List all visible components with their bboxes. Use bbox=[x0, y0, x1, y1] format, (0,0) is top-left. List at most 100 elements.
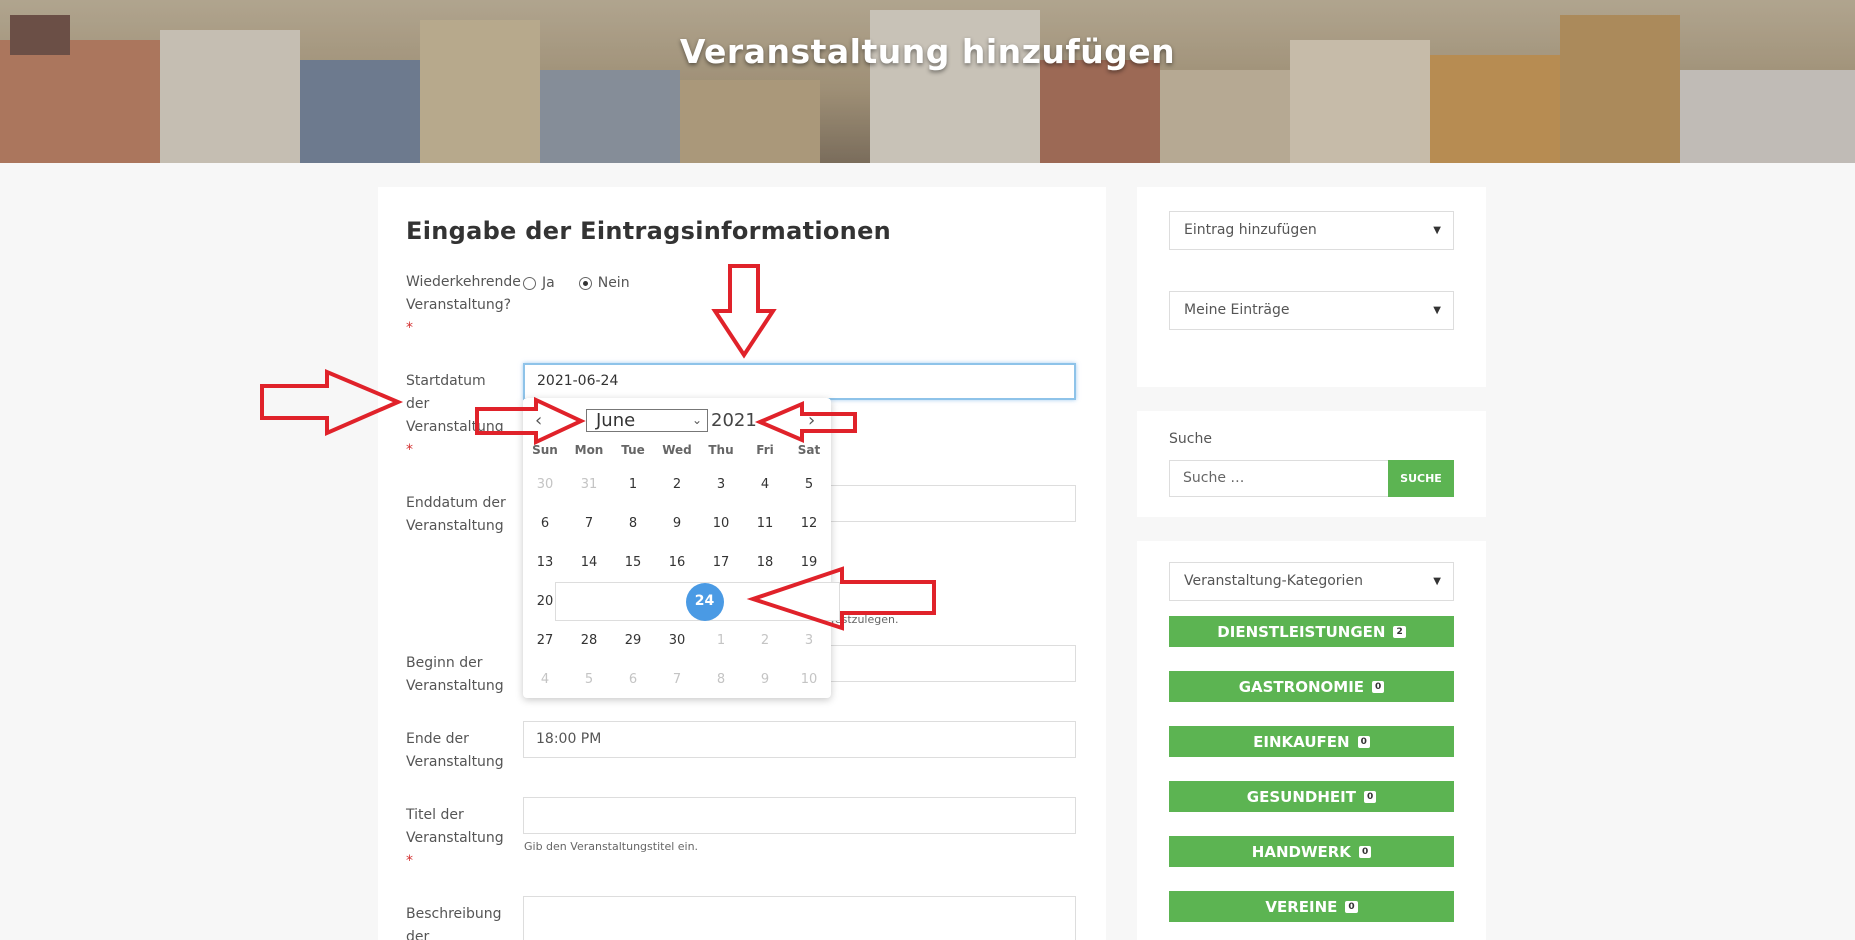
category-name: EINKAUFEN bbox=[1253, 732, 1350, 751]
week-row: 27 28 29 30 1 2 3 bbox=[523, 621, 831, 660]
categories-select[interactable]: Veranstaltung-Kategorien ▼ bbox=[1169, 562, 1454, 601]
my-entries-select[interactable]: Meine Einträge ▼ bbox=[1169, 291, 1454, 330]
month-select[interactable]: June ⌄ bbox=[586, 409, 708, 432]
title-input[interactable] bbox=[523, 797, 1076, 834]
day-cell[interactable]: 16 bbox=[655, 543, 699, 582]
category-name: GASTRONOMIE bbox=[1238, 677, 1365, 696]
form-heading: Eingabe der Eintragsinformationen bbox=[406, 217, 892, 245]
category-name: VEREINE bbox=[1265, 897, 1338, 916]
day-cell[interactable]: 30 bbox=[655, 621, 699, 660]
day-cell[interactable]: 9 bbox=[655, 504, 699, 543]
category-count-badge: 0 bbox=[1345, 900, 1358, 913]
day-cell[interactable]: 18 bbox=[743, 543, 787, 582]
recurring-no-label[interactable]: Nein bbox=[598, 275, 630, 291]
category-button-gesundheit[interactable]: GESUNDHEIT 0 bbox=[1169, 781, 1454, 812]
day-cell-outside-month[interactable]: 5 bbox=[567, 660, 611, 699]
categories-card: Veranstaltung-Kategorien ▼ DIENSTLEISTUN… bbox=[1137, 541, 1486, 940]
end-date-label: Enddatum der Veranstaltung bbox=[406, 495, 506, 534]
caret-down-icon: ▼ bbox=[1433, 576, 1441, 587]
day-cell[interactable]: 3 bbox=[699, 465, 743, 504]
day-cell[interactable]: 11 bbox=[743, 504, 787, 543]
week-row: 4 5 6 7 8 9 10 bbox=[523, 660, 831, 699]
category-count-badge: 0 bbox=[1363, 790, 1377, 803]
day-cell[interactable]: 13 bbox=[523, 543, 567, 582]
search-input[interactable]: Suche … bbox=[1169, 460, 1390, 497]
day-cell[interactable]: 29 bbox=[611, 621, 655, 660]
day-cell-outside-month[interactable]: 4 bbox=[523, 660, 567, 699]
category-button-vereine[interactable]: VEREINE 0 bbox=[1169, 891, 1454, 922]
year-display[interactable]: 2021 bbox=[711, 410, 757, 431]
description-input[interactable] bbox=[523, 896, 1076, 940]
category-button-handwerk[interactable]: HANDWERK 0 bbox=[1169, 836, 1454, 867]
day-cell[interactable]: 6 bbox=[523, 504, 567, 543]
search-card: Suche Suche … SUCHE bbox=[1137, 411, 1486, 517]
category-count-badge: 0 bbox=[1372, 680, 1385, 693]
start-date-input[interactable]: 2021-06-24 bbox=[523, 363, 1076, 400]
day-cell-outside-month[interactable]: 8 bbox=[699, 660, 743, 699]
day-cell[interactable]: 10 bbox=[699, 504, 743, 543]
weekday-sun: Sun bbox=[532, 443, 558, 457]
day-cell-outside-month[interactable]: 10 bbox=[787, 660, 831, 699]
category-count-badge: 0 bbox=[1357, 735, 1370, 748]
title-help: Gib den Veranstaltungstitel ein. bbox=[524, 840, 699, 853]
day-cell-selected[interactable]: 24 bbox=[555, 582, 840, 621]
end-time-input[interactable]: 18:00 PM bbox=[523, 721, 1076, 758]
search-button[interactable]: SUCHE bbox=[1388, 460, 1454, 497]
next-month-button[interactable]: › bbox=[808, 410, 815, 431]
caret-down-icon: ▼ bbox=[1433, 305, 1441, 316]
weekday-wed: Wed bbox=[662, 443, 692, 457]
day-cell[interactable]: 5 bbox=[787, 465, 831, 504]
day-cell[interactable]: 1 bbox=[611, 465, 655, 504]
day-cell[interactable]: 15 bbox=[611, 543, 655, 582]
hero-banner: Veranstaltung hinzufügen bbox=[0, 0, 1855, 163]
category-count-badge: 2 bbox=[1393, 625, 1406, 638]
category-button-dienstleistungen[interactable]: DIENSTLEISTUNGEN 2 bbox=[1169, 616, 1454, 647]
day-cell[interactable]: 17 bbox=[699, 543, 743, 582]
category-count-badge: 0 bbox=[1358, 845, 1372, 858]
day-cell[interactable]: 2 bbox=[655, 465, 699, 504]
day-cell-outside-month[interactable]: 9 bbox=[743, 660, 787, 699]
day-cell-outside-month[interactable]: 1 bbox=[699, 621, 743, 660]
day-cell-outside-month[interactable]: 31 bbox=[567, 465, 611, 504]
weekday-fri: Fri bbox=[756, 443, 774, 457]
title-label: Titel der Veranstaltung * bbox=[406, 807, 504, 869]
description-label: Beschreibung der bbox=[406, 906, 502, 940]
week-row: 13 14 15 16 17 18 19 bbox=[523, 543, 831, 582]
category-name: DIENSTLEISTUNGEN bbox=[1217, 622, 1386, 641]
week-row: 6 7 8 9 10 11 12 bbox=[523, 504, 831, 543]
day-cell-outside-month[interactable]: 2 bbox=[743, 621, 787, 660]
day-cell[interactable]: 19 bbox=[787, 543, 831, 582]
day-cell-outside-month[interactable]: 30 bbox=[523, 465, 567, 504]
day-cell[interactable]: 8 bbox=[611, 504, 655, 543]
search-label: Suche bbox=[1169, 431, 1212, 447]
day-cell[interactable]: 4 bbox=[743, 465, 787, 504]
recurring-options: Ja Nein bbox=[523, 275, 630, 291]
day-cell-outside-month[interactable]: 3 bbox=[787, 621, 831, 660]
start-time-label: Beginn der Veranstaltung bbox=[406, 655, 504, 694]
weekday-mon: Mon bbox=[574, 443, 604, 457]
day-cell[interactable]: 14 bbox=[567, 543, 611, 582]
add-entry-select[interactable]: Eintrag hinzufügen ▼ bbox=[1169, 211, 1454, 250]
day-cell[interactable]: 28 bbox=[567, 621, 611, 660]
recurring-no-radio[interactable] bbox=[578, 276, 592, 290]
weekday-header: Sun Mon Tue Wed Thu Fri Sat bbox=[523, 443, 831, 457]
recurring-yes-radio[interactable] bbox=[523, 276, 536, 290]
category-button-einkaufen[interactable]: EINKAUFEN 0 bbox=[1169, 726, 1454, 757]
weekday-tue: Tue bbox=[621, 443, 645, 457]
weekday-sat: Sat bbox=[797, 443, 821, 457]
day-cell[interactable]: 7 bbox=[567, 504, 611, 543]
day-cell[interactable]: 12 bbox=[787, 504, 831, 543]
prev-month-button[interactable]: ‹ bbox=[535, 410, 542, 431]
week-row: 20212223242526 bbox=[523, 582, 840, 621]
page-title: Veranstaltung hinzufügen bbox=[679, 32, 1176, 71]
day-cell-outside-month[interactable]: 7 bbox=[655, 660, 699, 699]
category-name: HANDWERK bbox=[1251, 842, 1351, 861]
chevron-down-icon: ⌄ bbox=[691, 413, 702, 427]
month-select-value: June bbox=[596, 410, 636, 431]
weekday-thu: Thu bbox=[708, 443, 734, 457]
day-cell[interactable]: 27 bbox=[523, 621, 567, 660]
recurring-yes-label[interactable]: Ja bbox=[542, 275, 555, 291]
start-date-label: Startdatum der Veranstaltung * bbox=[406, 373, 504, 458]
category-button-gastronomie[interactable]: GASTRONOMIE 0 bbox=[1169, 671, 1454, 702]
day-cell-outside-month[interactable]: 6 bbox=[611, 660, 655, 699]
